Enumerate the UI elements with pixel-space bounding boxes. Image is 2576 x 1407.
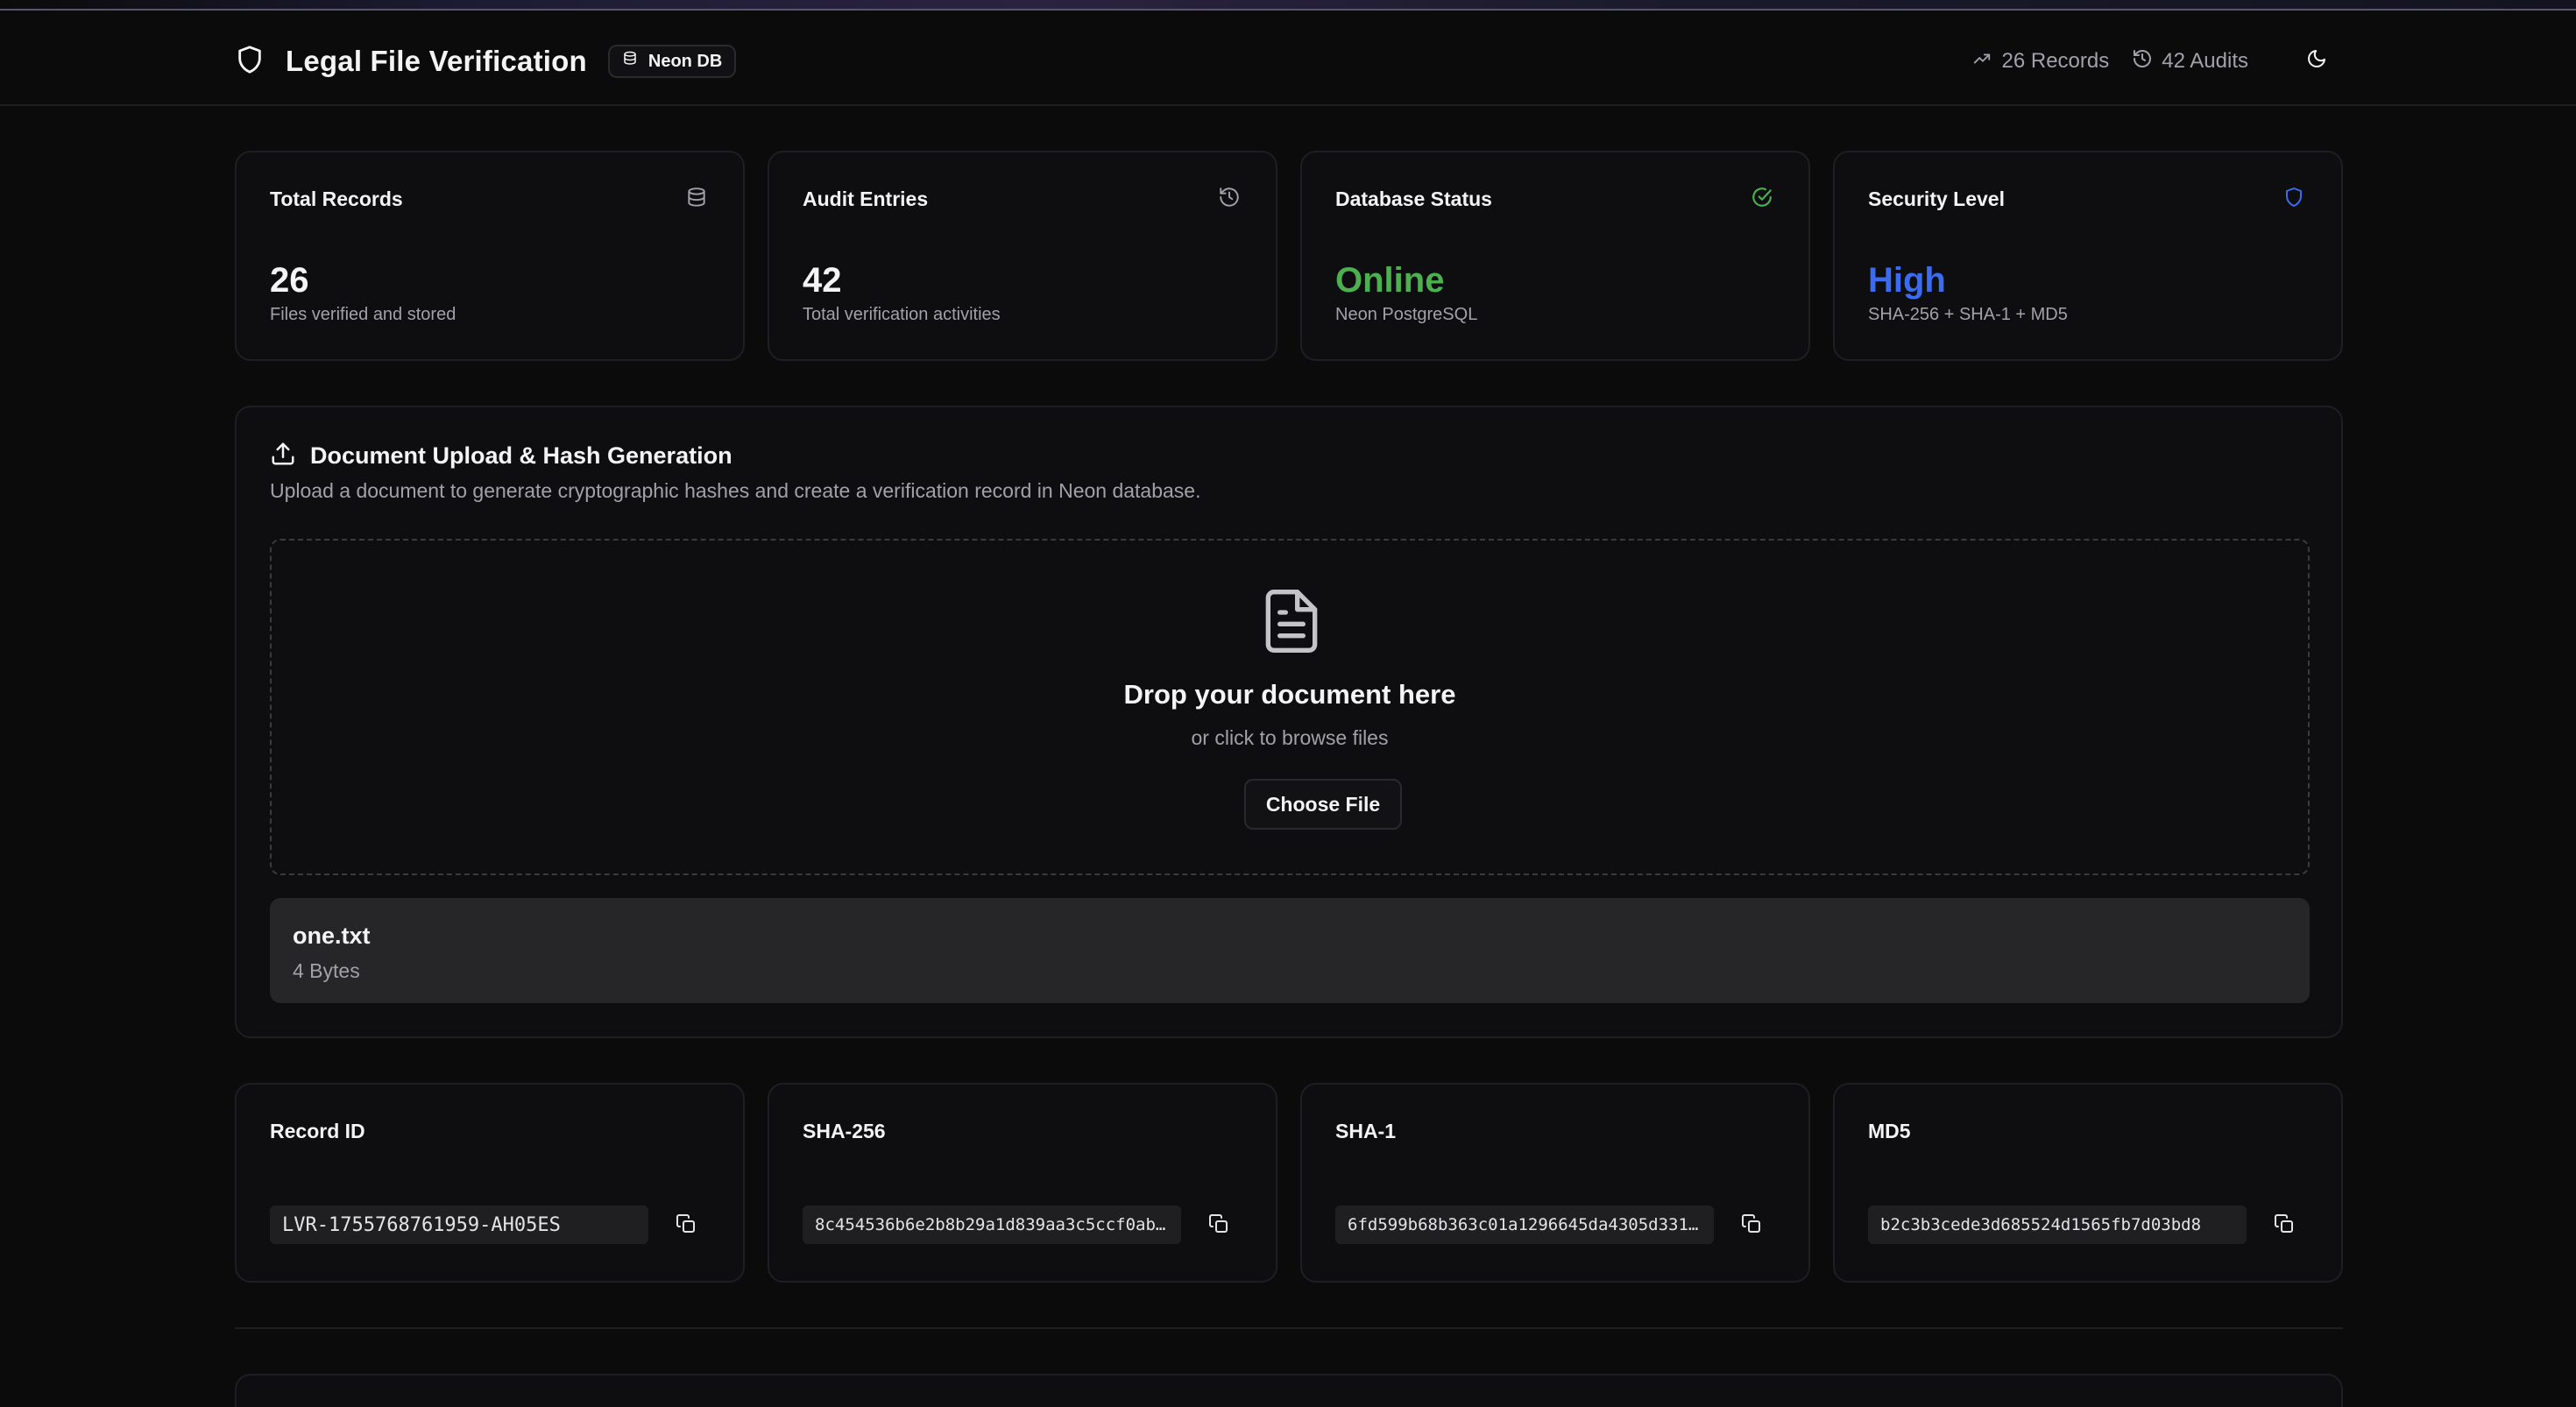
- shield-icon: [235, 43, 265, 81]
- hash-value: 6fd599b68b363c01a1296645da4305d331…: [1335, 1205, 1714, 1244]
- browser-top-strip: [0, 0, 2576, 11]
- stat-label: Audit Entries: [803, 187, 929, 210]
- section-divider: [235, 1327, 2343, 1329]
- hash-card-sha256: SHA-256 8c454536b6e2b8b29a1d839aa3c5ccf0…: [768, 1083, 1277, 1283]
- app-header: Legal File Verification Neon DB 26 Recor…: [0, 11, 2576, 106]
- copy-icon: [676, 1213, 697, 1239]
- file-text-icon: [1256, 586, 1327, 656]
- hash-label: SHA-256: [803, 1120, 886, 1142]
- upload-description: Upload a document to generate cryptograp…: [270, 479, 1201, 502]
- stat-value: 26: [270, 261, 309, 300]
- hash-label: Record ID: [270, 1120, 365, 1142]
- theme-toggle-button[interactable]: [2292, 37, 2341, 86]
- upload-card: Document Upload & Hash Generation Upload…: [235, 406, 2343, 1038]
- stat-sub: SHA-256 + SHA-1 + MD5: [1868, 305, 2068, 324]
- stat-sub: Neon PostgreSQL: [1335, 305, 1478, 324]
- selected-file-name: one.txt: [293, 923, 371, 949]
- header-audits-label: 42 Audits: [2162, 49, 2248, 73]
- stat-label: Database Status: [1335, 187, 1492, 210]
- stat-label: Security Level: [1868, 187, 2005, 210]
- stat-value: Online: [1335, 261, 1445, 300]
- hash-card-record-id: Record ID LVR-1755768761959-AH05ES: [235, 1083, 745, 1283]
- stat-label: Total Records: [270, 187, 403, 210]
- moon-icon: [2306, 48, 2327, 75]
- db-badge-label: Neon DB: [648, 51, 723, 71]
- stat-sub: Files verified and stored: [270, 305, 456, 324]
- upload-icon: [270, 441, 296, 471]
- stat-card-security-level: Security Level High SHA-256 + SHA-1 + MD…: [1833, 151, 2343, 361]
- upload-title: Document Upload & Hash Generation: [310, 442, 732, 469]
- copy-button[interactable]: [1735, 1209, 1768, 1242]
- stat-sub: Total verification activities: [803, 305, 1001, 324]
- app-title: Legal File Verification: [286, 45, 587, 77]
- drop-subtitle: or click to browse files: [1191, 726, 1389, 749]
- header-stats: 26 Records 42 Audits: [1971, 37, 2341, 86]
- choose-file-button[interactable]: Choose File: [1244, 779, 1402, 830]
- hash-value: 8c454536b6e2b8b29a1d839aa3c5ccf0ab…: [803, 1205, 1181, 1244]
- stat-card-database-status: Database Status Online Neon PostgreSQL: [1300, 151, 1810, 361]
- hash-label: SHA-1: [1335, 1120, 1397, 1142]
- copy-icon: [1741, 1213, 1762, 1239]
- header-records: 26 Records: [1971, 49, 2110, 74]
- copy-icon: [2274, 1213, 2295, 1239]
- copy-button[interactable]: [2268, 1209, 2301, 1242]
- copy-button[interactable]: [1202, 1209, 1235, 1242]
- database-icon: [622, 50, 638, 73]
- copy-button[interactable]: [669, 1209, 703, 1242]
- hash-value: b2c3b3cede3d685524d1565fb7d03bd8: [1868, 1205, 2247, 1244]
- header-records-label: 26 Records: [2001, 49, 2110, 73]
- stat-value: High: [1868, 261, 1946, 300]
- stat-card-audit-entries: Audit Entries 42 Total verification acti…: [768, 151, 1277, 361]
- history-icon: [1218, 186, 1242, 210]
- trending-up-icon: [1971, 49, 1993, 74]
- check-circle-icon: [1751, 186, 1775, 210]
- header-audits: 42 Audits: [2132, 48, 2248, 75]
- hash-label: MD5: [1868, 1120, 1911, 1142]
- history-icon: [2132, 48, 2153, 75]
- hash-card-sha1: SHA-1 6fd599b68b363c01a1296645da4305d331…: [1300, 1083, 1810, 1283]
- file-dropzone[interactable]: Drop your document here or click to brow…: [270, 539, 2310, 875]
- hash-card-md5: MD5 b2c3b3cede3d685524d1565fb7d03bd8: [1833, 1083, 2343, 1283]
- database-icon: [685, 186, 710, 210]
- drop-title: Drop your document here: [1123, 679, 1456, 710]
- selected-file: one.txt 4 Bytes: [270, 898, 2310, 1003]
- copy-icon: [1208, 1213, 1229, 1239]
- stat-value: 42: [803, 261, 842, 300]
- brand: Legal File Verification Neon DB: [235, 37, 737, 86]
- upload-header: Document Upload & Hash Generation: [270, 441, 732, 471]
- selected-file-size: 4 Bytes: [293, 959, 360, 982]
- shield-icon: [2283, 186, 2308, 210]
- db-badge: Neon DB: [607, 45, 737, 78]
- hash-value: LVR-1755768761959-AH05ES: [270, 1205, 648, 1244]
- stat-card-total-records: Total Records 26 Files verified and stor…: [235, 151, 745, 361]
- next-section-card: [235, 1374, 2343, 1407]
